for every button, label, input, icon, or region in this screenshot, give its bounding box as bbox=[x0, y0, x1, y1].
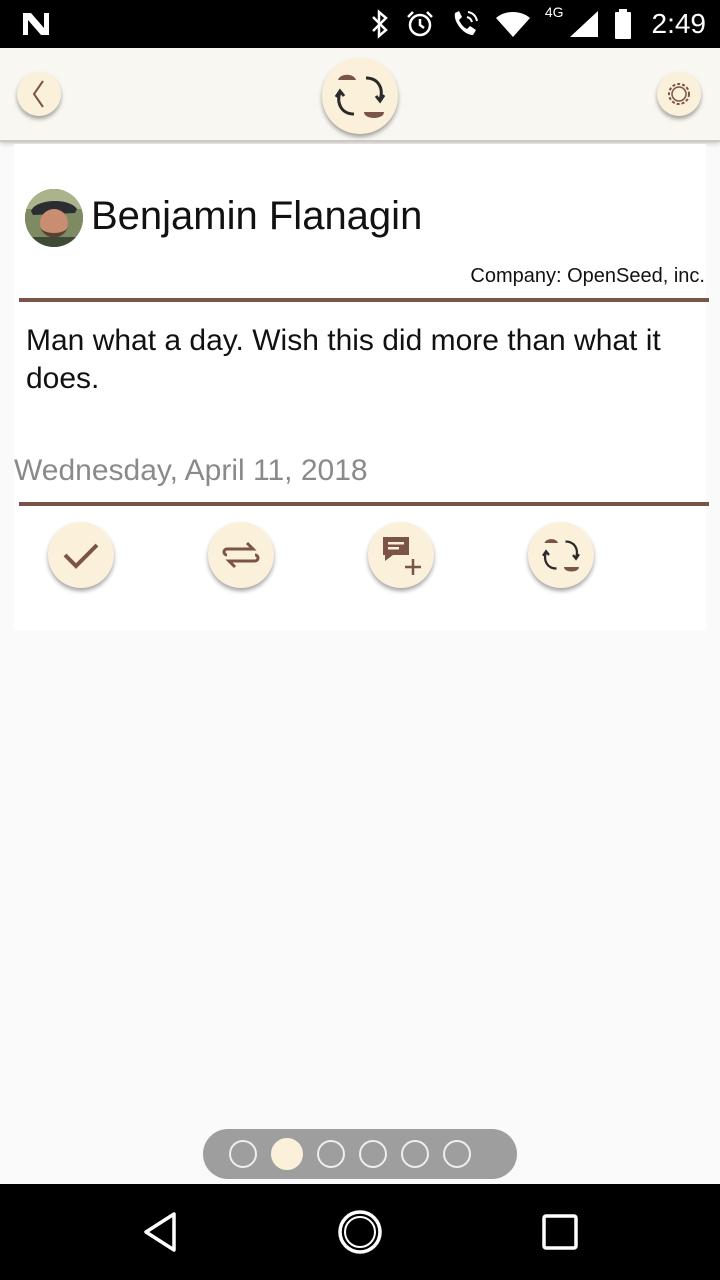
wifi-icon bbox=[495, 12, 530, 37]
back-chevron-icon bbox=[32, 80, 44, 108]
company-label: Company: OpenSeed, inc. bbox=[470, 265, 705, 287]
page-dot-active[interactable] bbox=[271, 1138, 303, 1170]
add-comment-icon bbox=[383, 537, 421, 575]
complete-button[interactable] bbox=[48, 522, 114, 588]
page-dot[interactable] bbox=[359, 1140, 387, 1168]
bluetooth-icon bbox=[371, 9, 388, 39]
clock: 2:49 bbox=[651, 8, 707, 39]
entry-card: Benjamin Flanagin Company: OpenSeed, inc… bbox=[14, 144, 709, 630]
swap-button[interactable] bbox=[208, 522, 274, 588]
check-icon bbox=[63, 543, 99, 569]
app-logo-icon bbox=[334, 74, 386, 118]
page-indicator bbox=[203, 1129, 517, 1179]
settings-button[interactable] bbox=[657, 72, 701, 116]
sync-icon bbox=[542, 539, 580, 572]
n-logo-icon bbox=[23, 13, 49, 35]
status-bar: 4G 2:49 bbox=[0, 0, 720, 48]
avatar-photo bbox=[25, 189, 83, 247]
entry-message: Man what a day. Wish this did more than … bbox=[26, 324, 661, 395]
signal-icon bbox=[569, 11, 598, 37]
battery-icon bbox=[614, 9, 631, 39]
page-dot[interactable] bbox=[401, 1140, 429, 1168]
avatar[interactable] bbox=[25, 189, 83, 247]
app-header bbox=[0, 48, 720, 142]
settings-gear-icon bbox=[668, 83, 690, 105]
network-type: 4G bbox=[544, 4, 564, 20]
back-button[interactable] bbox=[17, 72, 61, 116]
sync-button[interactable] bbox=[528, 522, 594, 588]
divider bbox=[19, 298, 709, 302]
nav-recents-icon[interactable] bbox=[536, 1208, 584, 1256]
alarm-icon bbox=[406, 11, 433, 37]
page-dot[interactable] bbox=[317, 1140, 345, 1168]
swap-icon bbox=[222, 541, 260, 569]
app-logo-button[interactable] bbox=[322, 58, 398, 134]
contact-name: Benjamin Flanagin bbox=[91, 194, 423, 238]
wifi-calling-icon bbox=[454, 11, 478, 35]
nav-back-icon[interactable] bbox=[136, 1208, 184, 1256]
system-nav-bar bbox=[0, 1184, 720, 1280]
page-dot[interactable] bbox=[229, 1140, 257, 1168]
divider bbox=[19, 502, 709, 506]
add-comment-button[interactable] bbox=[368, 522, 434, 588]
nav-home-icon[interactable] bbox=[336, 1208, 384, 1256]
page-dot[interactable] bbox=[443, 1140, 471, 1168]
entry-date: Wednesday, April 11, 2018 bbox=[14, 454, 368, 487]
